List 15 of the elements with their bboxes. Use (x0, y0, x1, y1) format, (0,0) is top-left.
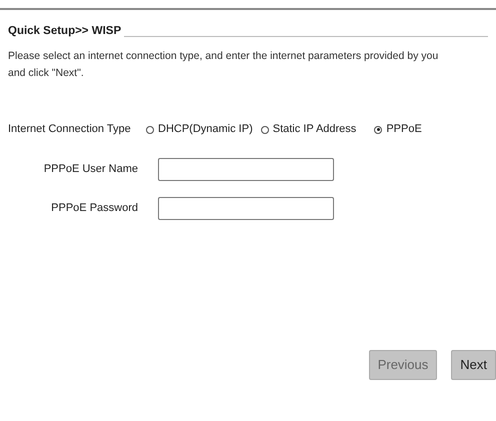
page-title: Quick Setup>> WISP (8, 24, 122, 39)
field-label: PPPoE User Name (42, 162, 139, 177)
description-text: and click "Next". (8, 66, 84, 81)
field-label: PPPoE Password (50, 201, 139, 216)
field-label: Internet Connection Type (8, 122, 132, 138)
radio-button[interactable] (260, 126, 269, 134)
input-field[interactable] (158, 158, 334, 181)
radio-button[interactable] (146, 126, 154, 134)
radio-label[interactable]: Static IP Address (272, 121, 356, 138)
radio-label[interactable]: PPPoE (386, 121, 422, 138)
next-button[interactable]: Next (451, 350, 496, 380)
input-field[interactable] (158, 196, 334, 220)
radio-label[interactable]: DHCP(Dynamic IP) (158, 121, 253, 138)
radio-button[interactable] (374, 126, 382, 134)
description-text: Please select an internet connection type, and enter the internet parameters provided by you (8, 49, 438, 64)
